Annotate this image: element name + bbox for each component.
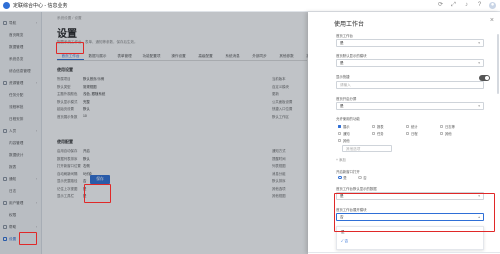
checkbox-option[interactable]: 报表 (372, 124, 384, 129)
app-window: 定联综合中心 - 信息业务 ⟳ ⤢ ♪ ? ● 导航 › 首页概览 数据管理 系统总览综… (0, 0, 500, 254)
title-bar: 定联综合中心 - 信息业务 ⟳ ⤢ ♪ ? ● (0, 0, 500, 12)
select-value: 是 (340, 104, 344, 108)
checkbox-label: 统计 (410, 125, 418, 129)
drawer-title: 使用工作台 (334, 22, 365, 28)
checkbox-label: 其他 (342, 139, 350, 143)
checkbox-label: 日程 (410, 132, 418, 136)
split-select[interactable]: 是 ▾ (336, 102, 484, 110)
checkbox-label: 报表 (376, 125, 384, 129)
checkbox-option[interactable]: 展示 (338, 124, 350, 129)
modal-overlay[interactable] (0, 12, 308, 254)
help-icon[interactable]: ? (476, 2, 483, 9)
checkbox (406, 124, 410, 129)
field-label-workspace: 首页工作台 (336, 34, 353, 38)
checkbox-group-label: 允许使用的功能 (336, 117, 360, 121)
radio-group-label: 开启新窗口打开 (336, 170, 360, 174)
checkbox-label: 日志等 (444, 125, 455, 129)
refresh-icon[interactable]: ⟳ (437, 2, 444, 9)
checkbox (406, 131, 410, 136)
bell-icon[interactable]: ♪ (463, 2, 470, 9)
titlebar-icons: ⟳ ⤢ ♪ ? ● (437, 2, 496, 9)
checkbox-option[interactable]: 通知 (338, 131, 350, 136)
chevron-down-icon: ▾ (478, 41, 480, 45)
radio-yes[interactable]: 是 (338, 175, 347, 180)
checkbox-label: 展示 (342, 125, 350, 129)
toggle-label: 显示快捷 (336, 75, 350, 79)
chevron-down-icon: ▾ (478, 61, 480, 65)
add-link[interactable]: + 添加 (336, 157, 346, 162)
close-icon[interactable]: × (490, 17, 494, 24)
checkbox-label: 通知 (342, 132, 350, 136)
checkbox-option[interactable]: 其他 (440, 131, 452, 136)
checkbox (440, 124, 444, 129)
app-logo-icon (3, 2, 10, 9)
dropdown-option-selected[interactable]: ✓ 否 (341, 239, 348, 244)
checkbox-option[interactable]: 日程 (406, 131, 418, 136)
expand-icon[interactable]: ⤢ (450, 2, 457, 9)
option-label: 否 (344, 239, 349, 243)
checkbox (372, 124, 376, 129)
other-input[interactable]: 其他选项 (342, 145, 392, 152)
checkbox-option[interactable]: 统计 (406, 124, 418, 129)
highlight-box-save (84, 184, 111, 203)
avatar[interactable]: ● (489, 2, 496, 9)
select-value: 是 (340, 61, 344, 65)
radio-dot (338, 175, 342, 180)
radio-no[interactable]: 否 (358, 175, 367, 180)
radio-dot (358, 175, 362, 180)
checkbox-label: 其他 (444, 132, 452, 136)
checkbox (372, 131, 376, 136)
checkbox (338, 124, 342, 129)
field-label-split: 首页开启分屏 (336, 97, 357, 101)
radio-label: 否 (363, 176, 367, 180)
drawer-scrollbar[interactable] (497, 34, 499, 94)
select-value: 是 (340, 41, 344, 45)
checkbox-option[interactable]: 日志等 (440, 124, 455, 129)
checkbox (440, 131, 444, 136)
highlight-box-field (334, 193, 495, 232)
checkbox (338, 138, 342, 143)
text-input[interactable]: 请输入 (336, 81, 484, 89)
chevron-down-icon: ▾ (478, 104, 480, 108)
field-label-data: 首页工作台默认显示的数据 (336, 187, 377, 191)
checkbox-option[interactable]: 任务 (372, 131, 384, 136)
checkbox-option[interactable]: 其他 (338, 138, 350, 143)
app-title: 定联综合中心 - 信息业务 (13, 3, 68, 9)
workspace-select[interactable]: 是 ▾ (336, 39, 484, 47)
highlight-box-settings (19, 232, 37, 245)
default-module-select[interactable]: 是 ▾ (336, 59, 484, 67)
radio-label: 是 (343, 176, 347, 180)
checkbox-label: 任务 (376, 132, 384, 136)
field-label-default-module: 首页默认显示的模块 (336, 54, 367, 58)
highlight-box-tab (56, 42, 84, 54)
shortcut-toggle[interactable] (479, 75, 490, 81)
checkbox (338, 131, 342, 136)
